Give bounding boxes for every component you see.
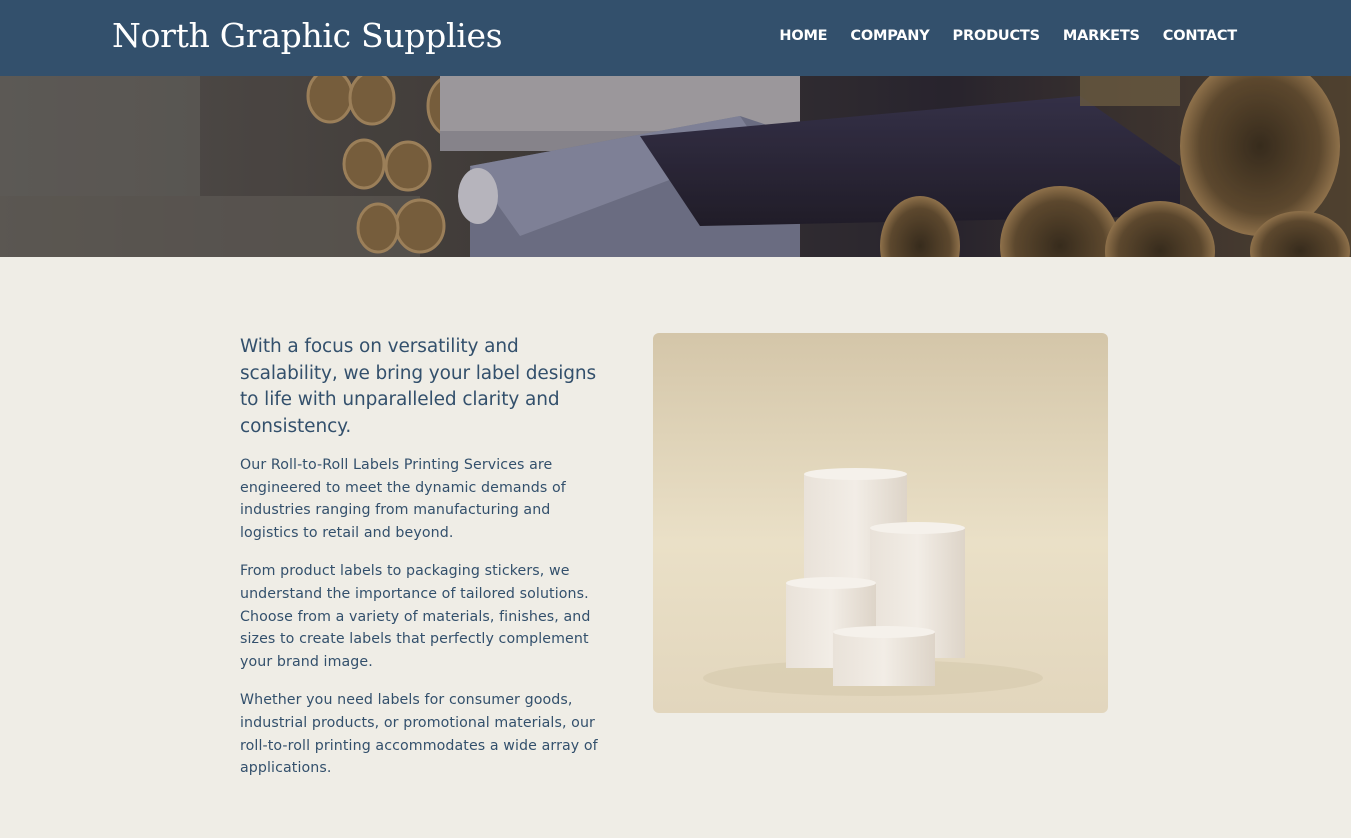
site-brand-logo[interactable]: North Graphic Supplies: [112, 16, 503, 55]
nav-markets[interactable]: MARKETS: [1063, 28, 1140, 44]
product-podium-image: [653, 333, 1108, 713]
nav-company[interactable]: COMPANY: [850, 28, 929, 44]
lead-paragraph: With a focus on versatility and scalabil…: [240, 336, 597, 438]
content-text-column: With a focus on versatility and scalabil…: [240, 334, 612, 795]
nav-products[interactable]: PRODUCTS: [953, 28, 1041, 44]
site-header: North Graphic Supplies HOME COMPANY PROD…: [0, 0, 1351, 76]
nav-contact[interactable]: CONTACT: [1163, 28, 1237, 44]
body-paragraph-1: Our Roll-to-Roll Labels Printing Service…: [240, 456, 566, 542]
body-paragraph-2: From product labels to packaging sticker…: [240, 563, 591, 671]
main-nav: HOME COMPANY PRODUCTS MARKETS CONTACT: [779, 28, 1237, 44]
nav-home[interactable]: HOME: [779, 28, 827, 44]
body-paragraph-3: Whether you need labels for consumer goo…: [240, 691, 598, 777]
hero-banner-image: [0, 76, 1351, 257]
